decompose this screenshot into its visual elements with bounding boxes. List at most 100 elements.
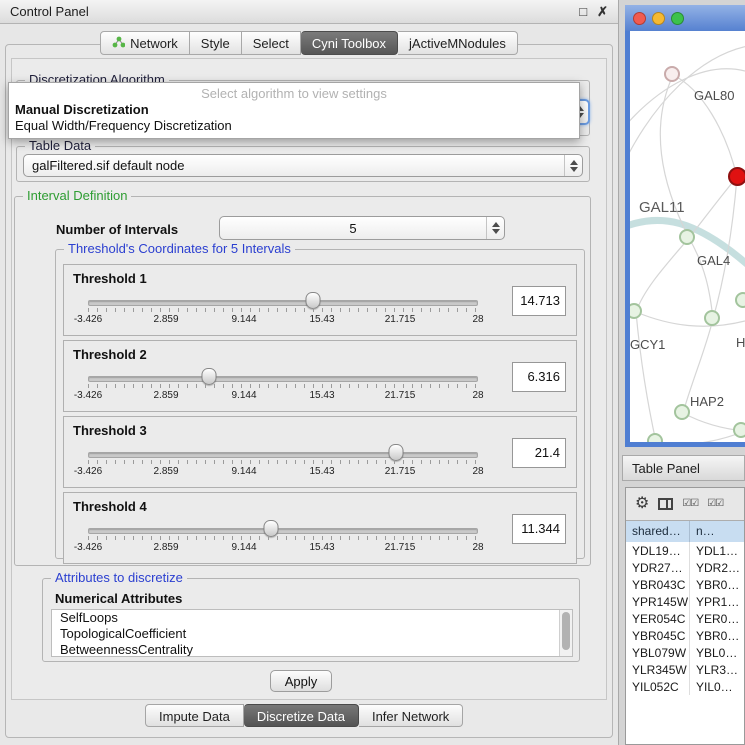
network-node[interactable]	[664, 66, 680, 82]
interval-definition-group: Interval Definition Number of Intervals …	[14, 196, 591, 566]
group-title: Interval Definition	[23, 188, 131, 203]
table-row[interactable]: YLR345WYLR3…	[626, 661, 744, 678]
threshold-1-value-input[interactable]: 14.713	[512, 286, 566, 316]
network-node[interactable]	[679, 229, 695, 245]
numerical-attributes-list[interactable]: SelfLoops TopologicalCoefficient Between…	[51, 609, 573, 657]
apply-button[interactable]: Apply	[270, 670, 332, 692]
list-item[interactable]: SelfLoops	[52, 610, 572, 626]
network-node[interactable]	[704, 310, 720, 326]
tab-cyni-toolbox[interactable]: Cyni Toolbox	[301, 31, 398, 55]
table-row[interactable]: YBL079WYBL0…	[626, 644, 744, 661]
stepper-icon[interactable]	[486, 217, 504, 239]
tick-label: 9.144	[231, 314, 256, 325]
cell-name: YER0…	[690, 610, 744, 627]
threshold-1-panel: Threshold 1 -3.426 2.859 9.144 15.43 21.…	[63, 264, 577, 336]
tick-label: 15.43	[309, 466, 334, 477]
dropdown-option-manual-discretization[interactable]: Manual Discretization	[9, 102, 579, 118]
tab-impute-data[interactable]: Impute Data	[145, 704, 244, 727]
cell-name: YPR1…	[690, 593, 744, 610]
number-of-intervals-combobox[interactable]: 5	[219, 216, 505, 240]
network-node[interactable]	[647, 433, 663, 442]
network-node[interactable]	[674, 404, 690, 420]
table-row[interactable]: YIL052CYIL0…	[626, 678, 744, 695]
network-node[interactable]	[733, 422, 745, 438]
stepper-icon[interactable]	[564, 155, 582, 176]
table-panel-titlebar[interactable]: Table Panel	[622, 455, 745, 481]
close-icon[interactable]: ✗	[597, 5, 608, 18]
network-canvas[interactable]: GAL80 GAL11 GAL4 GCY1 HAP2 H	[630, 31, 745, 442]
table-browser-window: ⚙ ☑☑ ☑☑ shared… n… YDL19…YDL1… YDR27…YDR…	[625, 487, 745, 745]
thresholds-group: Threshold's Coordinates for 5 Intervals …	[55, 249, 585, 559]
gear-icon[interactable]: ⚙	[635, 496, 649, 512]
tab-jactivemnodules[interactable]: jActiveMNodules	[398, 31, 518, 55]
table-data-combobox[interactable]: galFiltered.sif default node	[23, 154, 583, 177]
table-row[interactable]: YBR043CYBR0…	[626, 576, 744, 593]
node-label-gal11: GAL11	[639, 199, 685, 216]
tab-select[interactable]: Select	[242, 31, 301, 55]
combobox-value: 5	[220, 221, 486, 236]
table-row[interactable]: YDL19…YDL1…	[626, 542, 744, 559]
close-traffic-light-icon[interactable]	[633, 12, 646, 25]
tick-label: 2.859	[153, 390, 178, 401]
table-panel-title: Table Panel	[632, 461, 700, 476]
window-controls: □ ✗	[579, 5, 608, 18]
network-window-titlebar[interactable]	[625, 5, 745, 31]
float-window-icon[interactable]: □	[579, 5, 587, 18]
slider-tick-marks	[88, 536, 478, 540]
slider-track[interactable]	[88, 300, 478, 306]
checkbox-icons[interactable]: ☑☑	[682, 499, 698, 509]
selected-red-node[interactable]	[728, 167, 745, 186]
window-title: Control Panel	[10, 4, 89, 19]
dropdown-placeholder-item[interactable]: Select algorithm to view settings	[9, 85, 579, 102]
tick-label: 15.43	[309, 314, 334, 325]
slider-track[interactable]	[88, 452, 478, 458]
threshold-4-slider[interactable]: -3.426 2.859 9.144 15.43 21.715 28	[88, 519, 478, 561]
threshold-3-value-input[interactable]: 21.4	[512, 438, 566, 468]
columns-icon[interactable]	[658, 498, 673, 510]
slider-track[interactable]	[88, 528, 478, 534]
slider-tick-marks	[88, 460, 478, 464]
node-label-gal4: GAL4	[697, 253, 730, 268]
attributes-group: Attributes to discretize Numerical Attri…	[42, 578, 580, 662]
tab-discretize-data[interactable]: Discretize Data	[244, 704, 359, 727]
slider-thumb[interactable]	[264, 520, 279, 537]
column-header-shared-name[interactable]: shared…	[626, 521, 690, 542]
table-row[interactable]: YER054CYER0…	[626, 610, 744, 627]
tab-network[interactable]: Network	[100, 31, 190, 55]
control-panel-titlebar: Control Panel □ ✗	[0, 0, 618, 24]
checkbox-icons[interactable]: ☑☑	[707, 499, 723, 509]
tick-label: 9.144	[231, 466, 256, 477]
table-header-row: shared… n…	[626, 520, 744, 543]
tab-style[interactable]: Style	[190, 31, 242, 55]
node-label-hap2: HAP2	[690, 394, 724, 409]
minimize-traffic-light-icon[interactable]	[652, 12, 665, 25]
list-item[interactable]: TopologicalCoefficient	[52, 626, 572, 642]
threshold-2-slider[interactable]: -3.426 2.859 9.144 15.43 21.715 28	[88, 367, 478, 409]
column-header-name[interactable]: n…	[690, 521, 744, 542]
cell-name: YDR2…	[690, 559, 744, 576]
zoom-traffic-light-icon[interactable]	[671, 12, 684, 25]
table-row[interactable]: YDR27…YDR2…	[626, 559, 744, 576]
numerical-attributes-label: Numerical Attributes	[55, 591, 182, 606]
list-item[interactable]: BetweennessCentrality	[52, 642, 572, 657]
tick-label: 28	[472, 466, 483, 477]
threshold-3-slider[interactable]: -3.426 2.859 9.144 15.43 21.715 28	[88, 443, 478, 485]
table-row[interactable]: YPR145WYPR1…	[626, 593, 744, 610]
tick-label: 28	[472, 542, 483, 553]
network-node[interactable]	[735, 292, 745, 308]
threshold-1-slider[interactable]: -3.426 2.859 9.144 15.43 21.715 28	[88, 291, 478, 333]
slider-track[interactable]	[88, 376, 478, 382]
slider-tick-marks	[88, 308, 478, 312]
slider-thumb[interactable]	[306, 292, 321, 309]
scrollbar-thumb[interactable]	[562, 612, 570, 650]
table-row[interactable]: YBR045CYBR0…	[626, 627, 744, 644]
tab-infer-network[interactable]: Infer Network	[359, 704, 463, 727]
threshold-2-value-input[interactable]: 6.316	[512, 362, 566, 392]
list-scrollbar[interactable]	[559, 610, 572, 656]
dropdown-option-equal-width[interactable]: Equal Width/Frequency Discretization	[9, 118, 579, 134]
threshold-4-value-input[interactable]: 11.344	[512, 514, 566, 544]
slider-thumb[interactable]	[201, 368, 216, 385]
threshold-label: Threshold 2	[73, 347, 147, 362]
slider-thumb[interactable]	[389, 444, 404, 461]
table-body[interactable]: YDL19…YDL1… YDR27…YDR2… YBR043CYBR0… YPR…	[626, 542, 744, 744]
